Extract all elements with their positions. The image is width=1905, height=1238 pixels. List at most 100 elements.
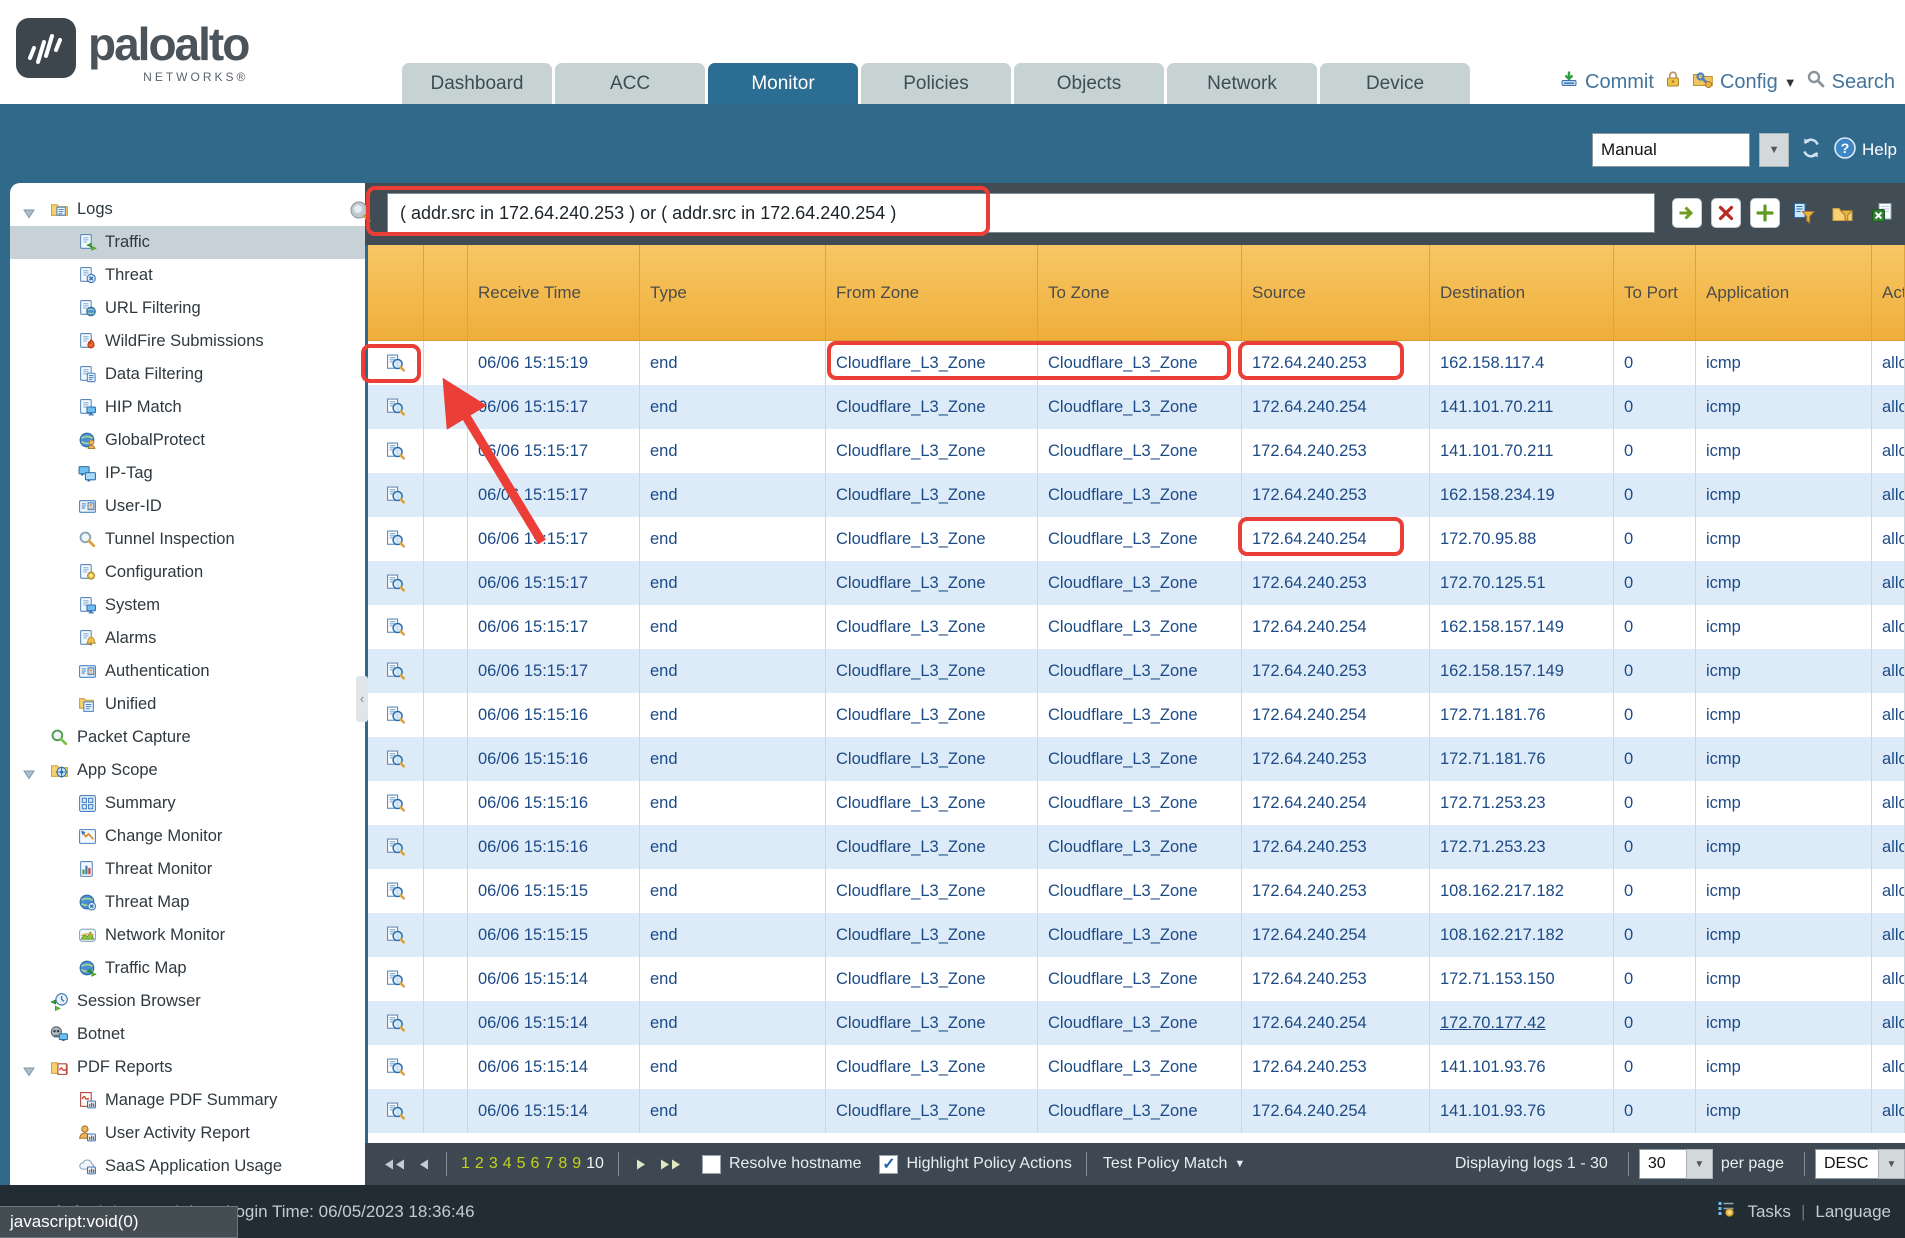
sidebar-item-unified[interactable]: Unified <box>10 688 365 721</box>
tab-policies[interactable]: Policies <box>861 63 1011 104</box>
log-detail-icon[interactable] <box>386 794 405 813</box>
column-header-application[interactable]: Application <box>1696 245 1872 340</box>
sidebar-item-authentication[interactable]: Authentication <box>10 655 365 688</box>
tasks-button[interactable]: Tasks <box>1747 1202 1790 1222</box>
log-detail-icon[interactable] <box>386 618 405 637</box>
sort-order-select[interactable]: DESC <box>1815 1149 1879 1179</box>
sidebar-item-manage-pdf-summary[interactable]: Manage PDF Summary <box>10 1084 365 1117</box>
resolve-hostname-checkbox[interactable] <box>702 1155 721 1174</box>
page-link-8[interactable]: 8 <box>558 1155 567 1173</box>
per-page-select[interactable]: 30 <box>1639 1149 1687 1179</box>
page-link-9[interactable]: 9 <box>572 1155 581 1173</box>
log-row[interactable]: 06/06 15:15:17endCloudflare_L3_ZoneCloud… <box>368 385 1905 429</box>
refresh-icon[interactable] <box>1799 136 1823 165</box>
refresh-mode-dropdown-button[interactable]: ▼ <box>1759 133 1789 167</box>
page-link-5[interactable]: 5 <box>517 1155 526 1173</box>
sidebar-collapse-handle[interactable]: ‹ <box>356 676 368 722</box>
sidebar-item-traffic[interactable]: Traffic <box>10 226 365 259</box>
page-link-1[interactable]: 1 <box>461 1155 470 1173</box>
sidebar-item-alarms[interactable]: Alarms <box>10 622 365 655</box>
sort-order-dropdown-button[interactable]: ▼ <box>1878 1149 1905 1179</box>
log-detail-icon[interactable] <box>386 1058 405 1077</box>
log-detail-icon[interactable] <box>386 354 405 373</box>
log-row[interactable]: 06/06 15:15:17endCloudflare_L3_ZoneCloud… <box>368 605 1905 649</box>
log-row[interactable]: 06/06 15:15:14endCloudflare_L3_ZoneCloud… <box>368 1089 1905 1133</box>
sidebar-item-threat[interactable]: Threat <box>10 259 365 292</box>
sidebar-item-session-browser[interactable]: Session Browser <box>10 985 365 1018</box>
column-header-blank-1[interactable] <box>424 245 468 340</box>
language-button[interactable]: Language <box>1815 1202 1891 1222</box>
log-detail-cell[interactable] <box>368 781 424 825</box>
page-link-10[interactable]: 10 <box>586 1155 604 1173</box>
log-detail-cell[interactable] <box>368 473 424 517</box>
page-link-2[interactable]: 2 <box>475 1155 484 1173</box>
column-header-blank-0[interactable] <box>368 245 424 340</box>
first-page-button[interactable] <box>384 1158 405 1171</box>
log-detail-cell[interactable] <box>368 385 424 429</box>
log-detail-cell[interactable] <box>368 737 424 781</box>
sidebar-item-pdf-reports[interactable]: PDF Reports <box>10 1051 365 1084</box>
tab-objects[interactable]: Objects <box>1014 63 1164 104</box>
log-detail-icon[interactable] <box>386 970 405 989</box>
refresh-mode-select[interactable]: Manual <box>1592 133 1750 167</box>
log-detail-cell[interactable] <box>368 429 424 473</box>
log-row[interactable]: 06/06 15:15:16endCloudflare_L3_ZoneCloud… <box>368 781 1905 825</box>
log-detail-cell[interactable] <box>368 649 424 693</box>
log-row[interactable]: 06/06 15:15:16endCloudflare_L3_ZoneCloud… <box>368 737 1905 781</box>
sidebar-item-packet-capture[interactable]: Packet Capture <box>10 721 365 754</box>
sidebar-item-threat-monitor[interactable]: Threat Monitor <box>10 853 365 886</box>
log-detail-icon[interactable] <box>386 442 405 461</box>
sidebar-item-threat-map[interactable]: Threat Map <box>10 886 365 919</box>
page-link-4[interactable]: 4 <box>503 1155 512 1173</box>
sidebar-item-data-filtering[interactable]: Data Filtering <box>10 358 365 391</box>
help-button[interactable]: ? Help <box>1833 136 1897 165</box>
sidebar-item-globalprotect[interactable]: GlobalProtect <box>10 424 365 457</box>
add-filter-icon[interactable] <box>1750 198 1780 228</box>
sidebar-item-traffic-map[interactable]: Traffic Map <box>10 952 365 985</box>
sidebar-item-saas-application-usage[interactable]: SaaS Application Usage <box>10 1150 365 1183</box>
tab-monitor[interactable]: Monitor <box>708 63 858 104</box>
page-link-6[interactable]: 6 <box>531 1155 540 1173</box>
tree-expander-icon[interactable] <box>23 766 35 785</box>
log-detail-cell[interactable] <box>368 605 424 649</box>
tree-expander-icon[interactable] <box>23 205 35 224</box>
tab-dashboard[interactable]: Dashboard <box>402 63 552 104</box>
sidebar-item-user-id[interactable]: User-ID <box>10 490 365 523</box>
log-detail-icon[interactable] <box>386 662 405 681</box>
log-detail-icon[interactable] <box>386 486 405 505</box>
sidebar-item-wildfire-submissions[interactable]: WildFire Submissions <box>10 325 365 358</box>
log-detail-cell[interactable] <box>368 957 424 1001</box>
log-row[interactable]: 06/06 15:15:16endCloudflare_L3_ZoneCloud… <box>368 693 1905 737</box>
sidebar-item-url-filtering[interactable]: URL Filtering <box>10 292 365 325</box>
log-detail-cell[interactable] <box>368 341 424 385</box>
log-detail-cell[interactable] <box>368 1001 424 1045</box>
sidebar-item-configuration[interactable]: Configuration <box>10 556 365 589</box>
column-header-destination[interactable]: Destination <box>1430 245 1614 340</box>
clear-filter-icon[interactable] <box>1711 198 1741 228</box>
log-row[interactable]: 06/06 15:15:17endCloudflare_L3_ZoneCloud… <box>368 517 1905 561</box>
log-detail-icon[interactable] <box>386 530 405 549</box>
sidebar-item-ip-tag[interactable]: IP-Tag <box>10 457 365 490</box>
sidebar-item-hip-match[interactable]: HIP Match <box>10 391 365 424</box>
log-detail-cell[interactable] <box>368 825 424 869</box>
filter-builder-icon[interactable] <box>1789 198 1819 228</box>
log-row[interactable]: 06/06 15:15:14endCloudflare_L3_ZoneCloud… <box>368 957 1905 1001</box>
log-detail-icon[interactable] <box>386 1014 405 1033</box>
log-detail-icon[interactable] <box>386 882 405 901</box>
previous-page-button[interactable] <box>419 1158 429 1171</box>
column-header-to-port[interactable]: To Port <box>1614 245 1696 340</box>
tree-expander-icon[interactable] <box>23 1063 35 1082</box>
commit-button[interactable]: Commit <box>1559 69 1654 95</box>
log-detail-cell[interactable] <box>368 693 424 737</box>
log-detail-icon[interactable] <box>386 1102 405 1121</box>
sidebar-item-app-scope[interactable]: App Scope <box>10 754 365 787</box>
log-detail-cell[interactable] <box>368 1089 424 1133</box>
search-button[interactable]: Search <box>1806 69 1895 95</box>
column-header-receive-time[interactable]: Receive Time <box>468 245 640 340</box>
test-policy-match-button[interactable]: Test Policy Match ▼ <box>1103 1155 1245 1173</box>
log-detail-icon[interactable] <box>386 838 405 857</box>
column-header-action[interactable]: Action <box>1872 245 1905 340</box>
column-header-source[interactable]: Source <box>1242 245 1430 340</box>
log-detail-cell[interactable] <box>368 561 424 605</box>
column-header-type[interactable]: Type <box>640 245 826 340</box>
